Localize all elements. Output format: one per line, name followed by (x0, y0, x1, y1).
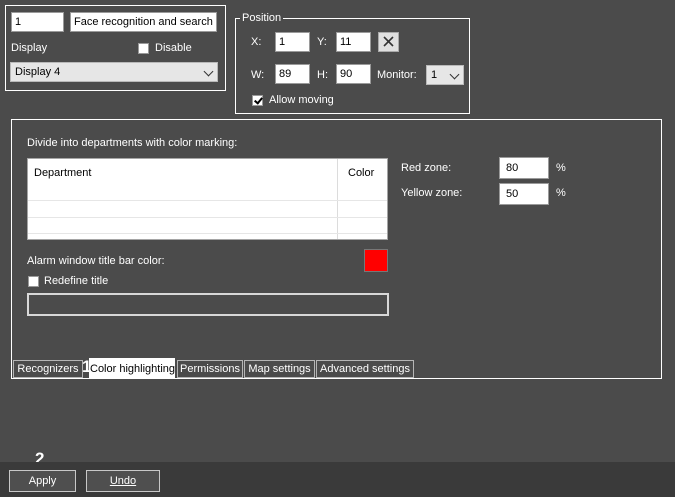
reset-position-button[interactable] (378, 32, 399, 52)
display-select-value: Display 4 (15, 66, 61, 78)
disable-checkbox[interactable] (138, 43, 149, 54)
h-label: H: (317, 69, 328, 81)
x-field[interactable]: 1 (275, 32, 310, 52)
column-divider (337, 159, 338, 239)
red-zone-label: Red zone: (401, 162, 452, 174)
table-header-department[interactable]: Department (34, 167, 91, 179)
y-field[interactable]: 11 (336, 32, 371, 52)
chevron-down-icon (449, 69, 460, 80)
name-field[interactable]: Face recognition and search 1 (70, 12, 217, 32)
yellow-zone-field[interactable]: 50 (499, 183, 549, 205)
redefine-title-label: Redefine title (44, 275, 109, 287)
redefine-title-field[interactable] (27, 293, 389, 316)
red-zone-unit: % (556, 162, 566, 174)
close-icon (383, 36, 394, 47)
apply-button[interactable]: Apply (9, 470, 76, 492)
allow-moving-label: Allow moving (269, 94, 334, 106)
h-field[interactable]: 90 (336, 64, 371, 84)
alarm-color-swatch[interactable] (364, 249, 388, 272)
display-label: Display (11, 42, 48, 54)
chevron-down-icon (203, 66, 214, 77)
red-zone-field[interactable]: 80 (499, 157, 549, 179)
w-label: W: (251, 69, 265, 81)
id-field[interactable]: 1 (11, 12, 64, 32)
monitor-select[interactable]: 1 (426, 65, 464, 85)
redefine-title-checkbox[interactable] (28, 276, 39, 287)
allow-moving-checkbox[interactable] (252, 95, 263, 106)
tab-advanced-settings[interactable]: Advanced settings (316, 360, 414, 378)
disable-label: Disable (155, 42, 192, 54)
departments-table[interactable]: Department Color (27, 158, 388, 240)
row-divider (28, 200, 387, 201)
monitor-label: Monitor: (377, 69, 417, 81)
annotation-marker-1: 1 (82, 357, 92, 376)
tab-map-settings[interactable]: Map settings (244, 360, 315, 378)
alarm-color-label: Alarm window title bar color: (27, 255, 165, 267)
position-group-label: Position (240, 12, 284, 24)
y-label: Y: (317, 36, 327, 48)
tab-recognizers[interactable]: Recognizers (13, 360, 83, 378)
tab-permissions[interactable]: Permissions (177, 360, 243, 378)
display-select[interactable]: Display 4 (10, 62, 218, 82)
yellow-zone-unit: % (556, 187, 566, 199)
row-divider (28, 233, 387, 234)
row-divider (28, 217, 387, 218)
yellow-zone-label: Yellow zone: (401, 187, 463, 199)
divide-departments-label: Divide into departments with color marki… (27, 137, 238, 149)
w-field[interactable]: 89 (275, 64, 310, 84)
monitor-select-value: 1 (431, 69, 438, 81)
tab-color-highlighting[interactable]: Color highlighting (89, 358, 175, 378)
x-label: X: (251, 36, 262, 48)
table-header-color[interactable]: Color (348, 167, 374, 179)
undo-button[interactable]: Undo (86, 470, 160, 492)
